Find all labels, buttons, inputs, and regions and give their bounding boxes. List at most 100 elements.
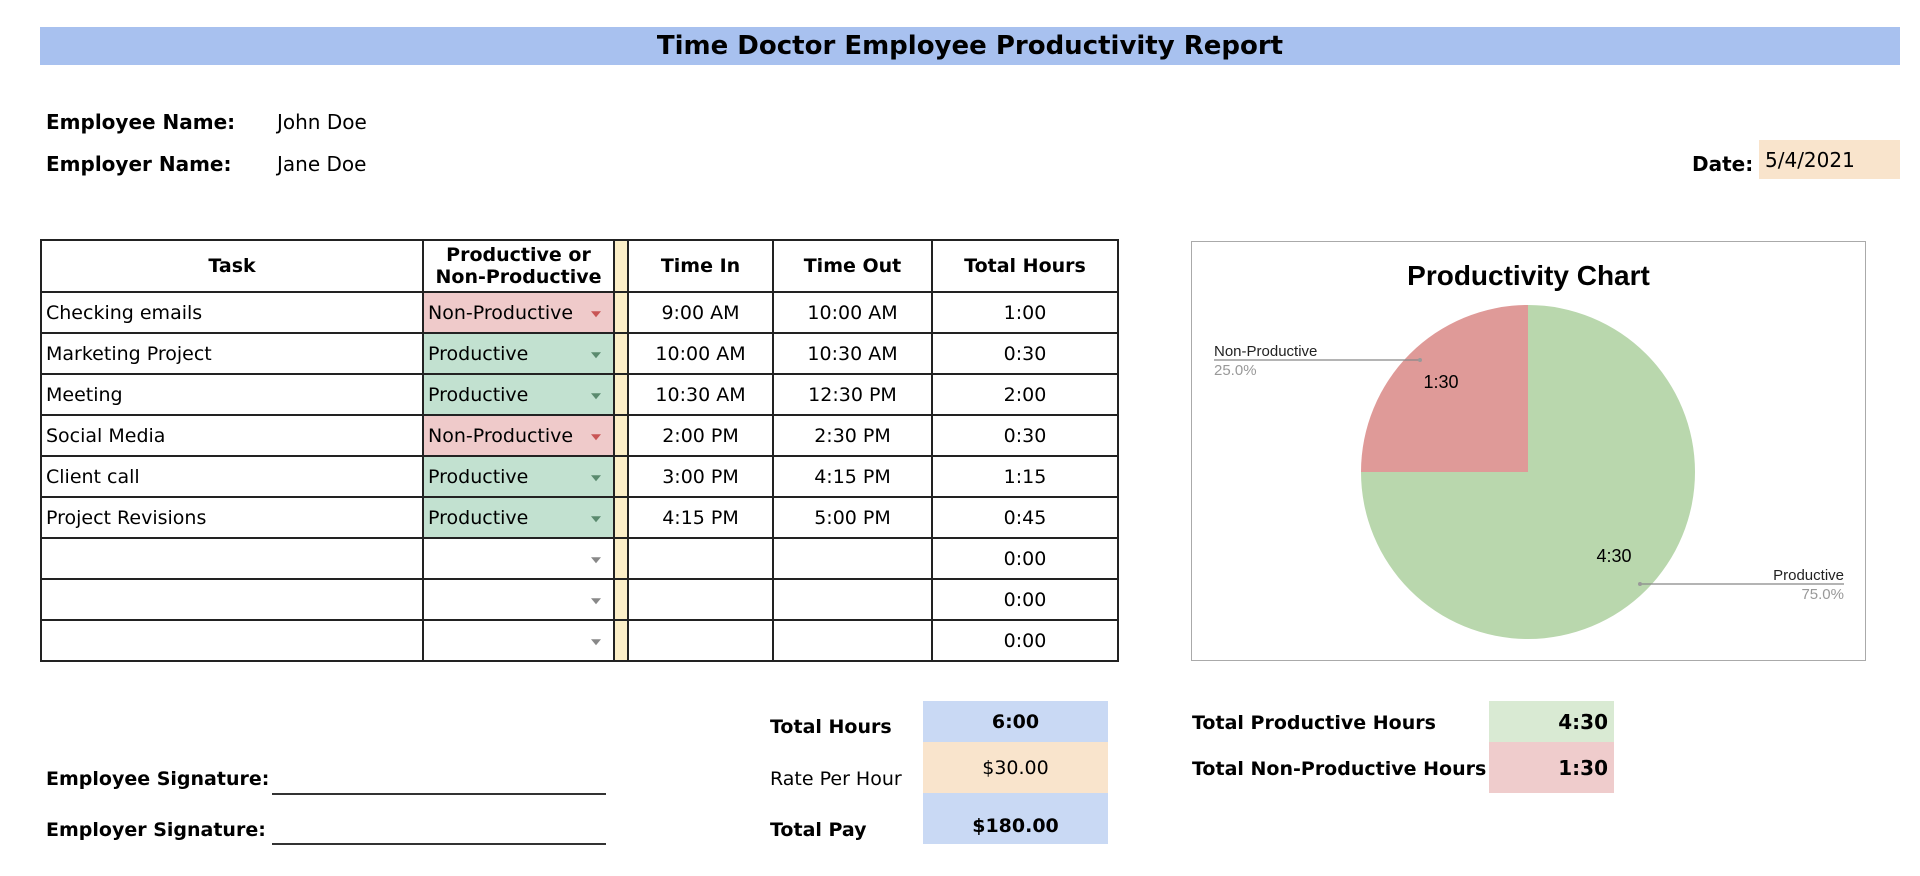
time-in-cell-text: 10:30 AM xyxy=(655,383,746,406)
productivity-dropdown[interactable] xyxy=(422,537,615,580)
productivity-dropdown[interactable]: Productive xyxy=(422,373,615,416)
table-row: Project Revisions Productive 4:15 PM 5:00 P… xyxy=(40,496,1119,539)
task-cell-text: Marketing Project xyxy=(46,342,212,365)
time-in-cell-text: 2:00 PM xyxy=(662,424,739,447)
table-row: Meeting Productive 10:30 AM 12:30 PM 2:00 xyxy=(40,373,1119,416)
total-hours-cell-text: 1:00 xyxy=(1003,301,1047,324)
total-hours-cell: 0:00 xyxy=(931,578,1119,621)
task-cell[interactable]: Meeting xyxy=(40,373,424,416)
time-out-cell-text: 10:30 AM xyxy=(807,342,898,365)
pie-value-label: 4:30 xyxy=(1596,546,1631,566)
rate-per-hour-value[interactable]: $30.00 xyxy=(923,742,1108,793)
task-cell-text: Project Revisions xyxy=(46,506,207,529)
task-cell[interactable]: Client call xyxy=(40,455,424,498)
total-nonproductive-label: Total Non-Productive Hours xyxy=(1192,758,1487,780)
employer-signature-line[interactable] xyxy=(272,843,606,845)
dropdown-arrow-icon[interactable] xyxy=(591,556,601,563)
time-out-cell[interactable]: 10:00 AM xyxy=(772,291,933,334)
time-in-cell[interactable]: 2:00 PM xyxy=(627,414,774,457)
total-pay-value: $180.00 xyxy=(923,793,1108,844)
dropdown-arrow-icon[interactable] xyxy=(591,597,601,604)
total-hours-cell: 2:00 xyxy=(931,373,1119,416)
table-header-row: Task Productive or Non-Productive Time I… xyxy=(40,239,1119,293)
time-out-cell[interactable] xyxy=(772,578,933,621)
dropdown-arrow-icon[interactable] xyxy=(591,433,601,440)
time-in-cell-text: 10:00 AM xyxy=(655,342,746,365)
task-cell[interactable]: Checking emails xyxy=(40,291,424,334)
pie-leader-dot xyxy=(1638,582,1642,586)
employer-name-value[interactable]: Jane Doe xyxy=(277,152,366,176)
time-in-cell[interactable] xyxy=(627,537,774,580)
time-in-cell[interactable]: 4:15 PM xyxy=(627,496,774,539)
employee-signature-line[interactable] xyxy=(272,793,606,795)
employee-name-value[interactable]: John Doe xyxy=(277,110,367,134)
productivity-dropdown[interactable] xyxy=(422,619,615,662)
time-out-cell[interactable]: 12:30 PM xyxy=(772,373,933,416)
task-cell[interactable]: Social Media xyxy=(40,414,424,457)
productivity-dropdown[interactable]: Productive xyxy=(422,455,615,498)
productivity-dropdown-text: Productive xyxy=(428,465,529,488)
date-label: Date: xyxy=(1692,152,1754,176)
header-time-out: Time Out xyxy=(772,239,933,293)
total-hours-cell: 0:00 xyxy=(931,619,1119,662)
total-hours-cell-text: 0:00 xyxy=(1003,629,1047,652)
total-hours-cell-text: 0:00 xyxy=(1003,547,1047,570)
pie-chart-svg: 4:30 1:30 Non-Productive 25.0% Productive 75.… xyxy=(1214,305,1844,639)
time-in-cell[interactable]: 9:00 AM xyxy=(627,291,774,334)
time-out-cell[interactable]: 10:30 AM xyxy=(772,332,933,375)
time-in-cell[interactable]: 10:30 AM xyxy=(627,373,774,416)
total-hours-cell: 1:15 xyxy=(931,455,1119,498)
task-cell-text: Meeting xyxy=(46,383,123,406)
task-cell[interactable] xyxy=(40,578,424,621)
productivity-dropdown[interactable] xyxy=(422,578,615,621)
date-value[interactable]: 5/4/2021 xyxy=(1759,140,1900,179)
time-in-cell[interactable] xyxy=(627,619,774,662)
time-out-cell[interactable] xyxy=(772,537,933,580)
total-hours-cell: 0:30 xyxy=(931,414,1119,457)
dropdown-arrow-icon[interactable] xyxy=(591,515,601,522)
total-productive-label: Total Productive Hours xyxy=(1192,712,1436,734)
time-in-cell-text: 4:15 PM xyxy=(662,506,739,529)
total-hours-cell-text: 0:30 xyxy=(1003,424,1047,447)
table-row: Client call Productive 3:00 PM 4:15 PM 1:15 xyxy=(40,455,1119,498)
task-cell[interactable]: Marketing Project xyxy=(40,332,424,375)
time-out-cell[interactable]: 2:30 PM xyxy=(772,414,933,457)
total-hours-cell-text: 0:00 xyxy=(1003,588,1047,611)
time-out-cell-text: 12:30 PM xyxy=(808,383,897,406)
pie-percent-label: 25.0% xyxy=(1214,362,1257,379)
time-out-cell[interactable]: 5:00 PM xyxy=(772,496,933,539)
total-hours-cell: 1:00 xyxy=(931,291,1119,334)
task-cell[interactable]: Project Revisions xyxy=(40,496,424,539)
productivity-dropdown[interactable]: Productive xyxy=(422,332,615,375)
time-out-cell[interactable] xyxy=(772,619,933,662)
table-row: 0:00 xyxy=(40,619,1119,662)
dropdown-arrow-icon[interactable] xyxy=(591,310,601,317)
dropdown-arrow-icon[interactable] xyxy=(591,351,601,358)
header-time-in: Time In xyxy=(627,239,774,293)
task-cell[interactable] xyxy=(40,619,424,662)
time-in-cell-text: 9:00 AM xyxy=(661,301,740,324)
productivity-dropdown[interactable]: Non-Productive xyxy=(422,414,615,457)
total-hours-cell-text: 1:15 xyxy=(1003,465,1047,488)
dropdown-arrow-icon[interactable] xyxy=(591,638,601,645)
spacer-cell xyxy=(613,578,629,621)
task-cell-text: Social Media xyxy=(46,424,166,447)
pie-category-label: Productive xyxy=(1773,567,1844,584)
productivity-dropdown[interactable]: Non-Productive xyxy=(422,291,615,334)
time-in-cell[interactable]: 10:00 AM xyxy=(627,332,774,375)
total-hours-cell-text: 2:00 xyxy=(1003,383,1047,406)
total-pay-label: Total Pay xyxy=(770,819,867,841)
time-out-cell[interactable]: 4:15 PM xyxy=(772,455,933,498)
total-productive-value: 4:30 xyxy=(1489,701,1614,742)
productivity-dropdown-text: Non-Productive xyxy=(428,424,574,447)
task-cell[interactable] xyxy=(40,537,424,580)
productivity-dropdown[interactable]: Productive xyxy=(422,496,615,539)
pie-leader-dot xyxy=(1418,358,1422,362)
rate-per-hour-label: Rate Per Hour xyxy=(770,768,902,790)
time-in-cell[interactable] xyxy=(627,578,774,621)
header-total-hours: Total Hours xyxy=(931,239,1119,293)
total-hours-cell: 0:30 xyxy=(931,332,1119,375)
time-in-cell[interactable]: 3:00 PM xyxy=(627,455,774,498)
dropdown-arrow-icon[interactable] xyxy=(591,474,601,481)
dropdown-arrow-icon[interactable] xyxy=(591,392,601,399)
